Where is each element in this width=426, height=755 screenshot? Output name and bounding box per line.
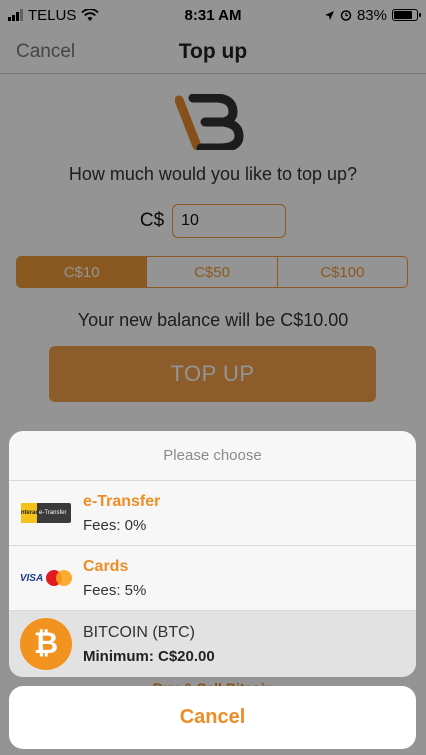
option-bitcoin[interactable]: ₿ BITCOIN (BTC) Minimum: C$20.00 — [9, 611, 416, 677]
option-etransfer[interactable]: Interac e-Transfer e-Transfer Fees: 0% — [9, 481, 416, 546]
sheet-cancel-button[interactable]: Cancel — [9, 686, 416, 749]
interac-logo-text: Interac — [21, 503, 39, 523]
mastercard-icon — [46, 570, 73, 586]
visa-mastercard-icon: VISA — [9, 570, 83, 586]
option-cards[interactable]: VISA Cards Fees: 5% — [9, 546, 416, 611]
option-title: BITCOIN (BTC) — [83, 623, 195, 641]
option-subtitle: Fees: 5% — [83, 581, 147, 599]
sheet-title: Please choose — [9, 431, 416, 481]
option-title: Cards — [83, 557, 129, 575]
interac-etransfer-icon: Interac e-Transfer — [9, 503, 83, 523]
visa-logo-text: VISA — [19, 572, 44, 584]
payment-method-sheet: Please choose Interac e-Transfer e-Trans… — [9, 431, 416, 677]
option-title: e-Transfer — [83, 492, 161, 510]
option-subtitle: Fees: 0% — [83, 516, 147, 534]
bitcoin-icon: ₿ — [20, 618, 72, 670]
option-subtitle: Minimum: C$20.00 — [83, 647, 215, 665]
etransfer-logo-text: e-Transfer — [39, 510, 67, 516]
